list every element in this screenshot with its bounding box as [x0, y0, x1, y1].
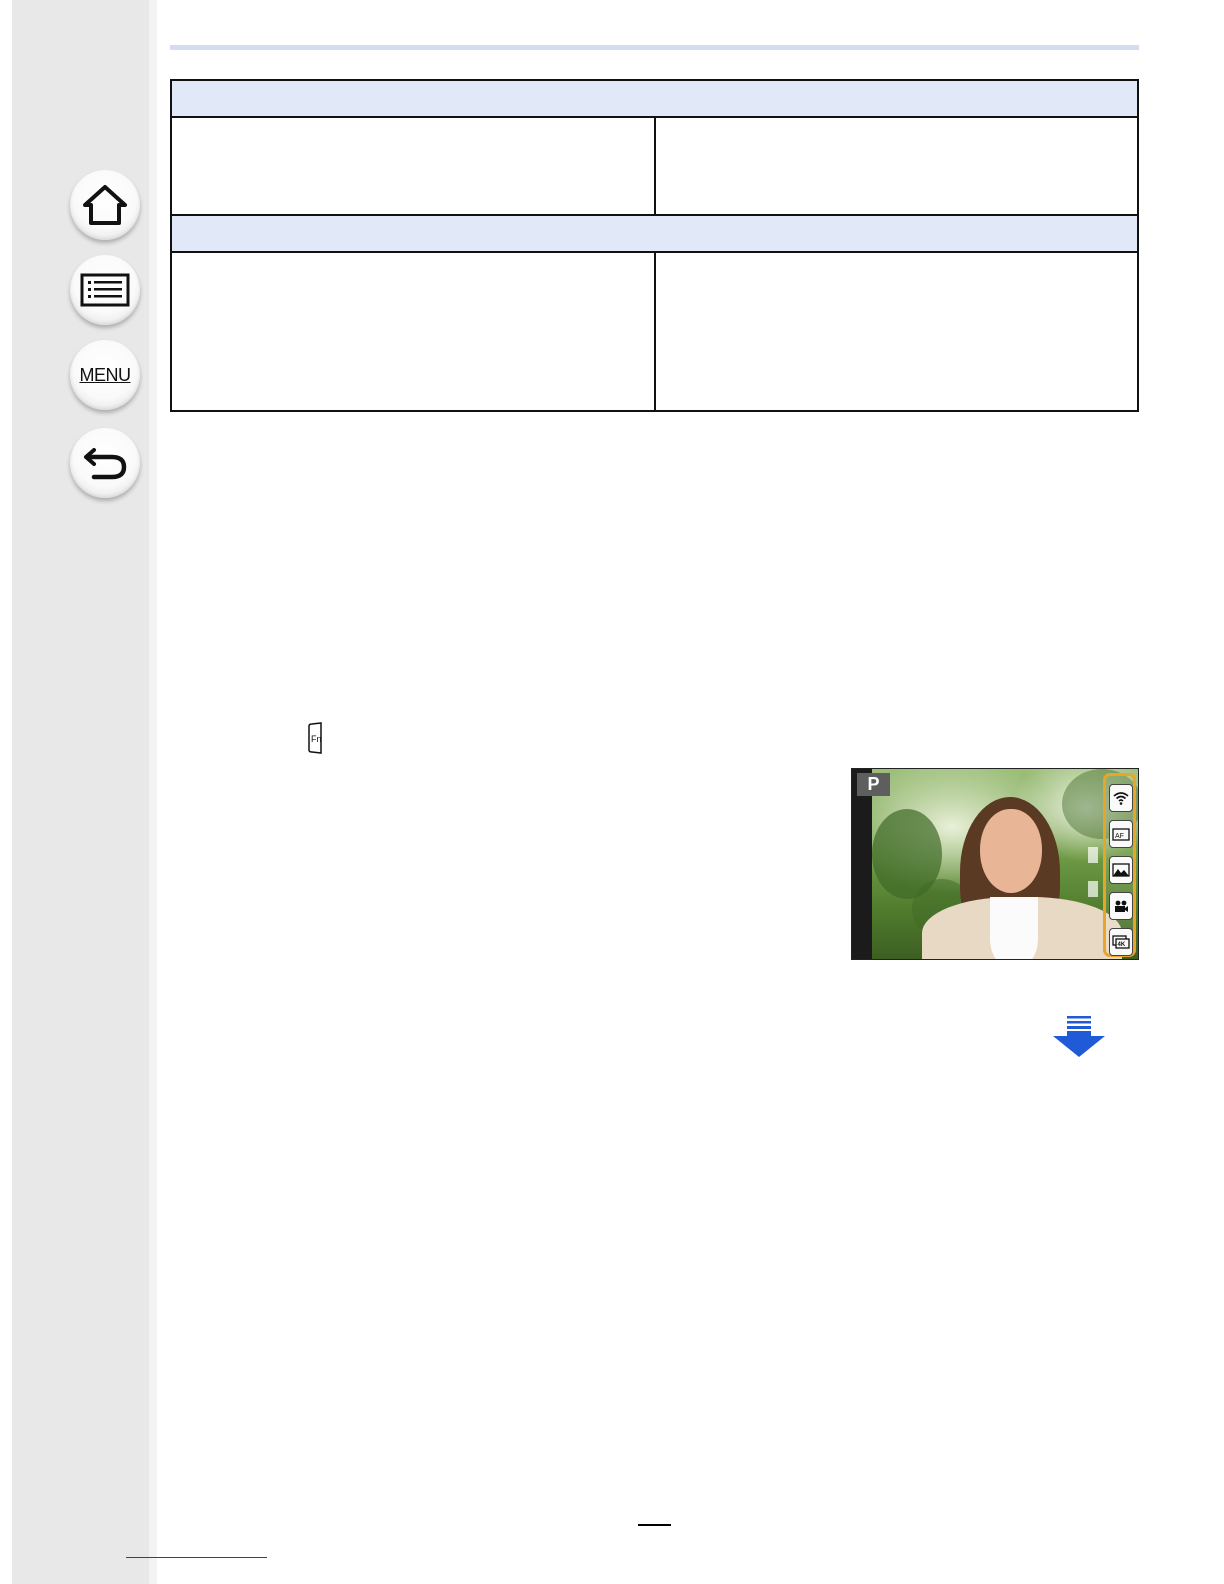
home-button[interactable] [70, 170, 140, 240]
section-rule [170, 45, 1139, 50]
touch-af-tab[interactable]: AF [1109, 820, 1133, 848]
wifi-icon [1113, 792, 1129, 805]
table-cell [170, 116, 656, 216]
4k-photo-tab[interactable]: 4K [1109, 928, 1133, 956]
contents-list-icon [80, 273, 130, 307]
touch-tab-panel: AF 4K [1103, 773, 1136, 957]
movie-icon [1115, 900, 1128, 912]
scenery-tab[interactable] [1109, 856, 1133, 884]
photo-scene [872, 769, 1138, 959]
menu-label: MENU [79, 364, 132, 385]
back-button[interactable] [70, 428, 140, 498]
settings-table [170, 79, 1139, 412]
fn-button-icon: Fn [308, 722, 322, 754]
contents-button[interactable] [70, 255, 140, 325]
sidebar-edge [149, 0, 157, 1584]
touch-af-icon: AF [1112, 828, 1130, 841]
footer-link-underline[interactable] [126, 1557, 267, 1558]
next-page-arrow-icon[interactable] [1052, 1016, 1106, 1058]
svg-text:AF: AF [1115, 833, 1124, 840]
camera-screen-image: P AF 4K [851, 768, 1139, 960]
navigation-sidebar [12, 0, 149, 1584]
table-cell [170, 251, 656, 412]
movie-tab[interactable] [1109, 892, 1133, 920]
recording-mode-badge: P [857, 773, 890, 796]
menu-button[interactable]: MENU [70, 340, 140, 410]
table-header-row [170, 79, 1139, 118]
scenery-icon [1112, 863, 1130, 877]
fn-label: Fn [311, 734, 322, 744]
table-cell [653, 116, 1139, 216]
home-icon [83, 185, 127, 225]
wifi-tab[interactable] [1109, 784, 1133, 812]
table-header-row [170, 214, 1139, 253]
back-icon [84, 448, 127, 480]
4k-photo-icon: 4K [1112, 935, 1130, 949]
page-number-rule [638, 1524, 671, 1526]
table-cell [653, 251, 1139, 412]
svg-text:4K: 4K [1118, 942, 1126, 948]
